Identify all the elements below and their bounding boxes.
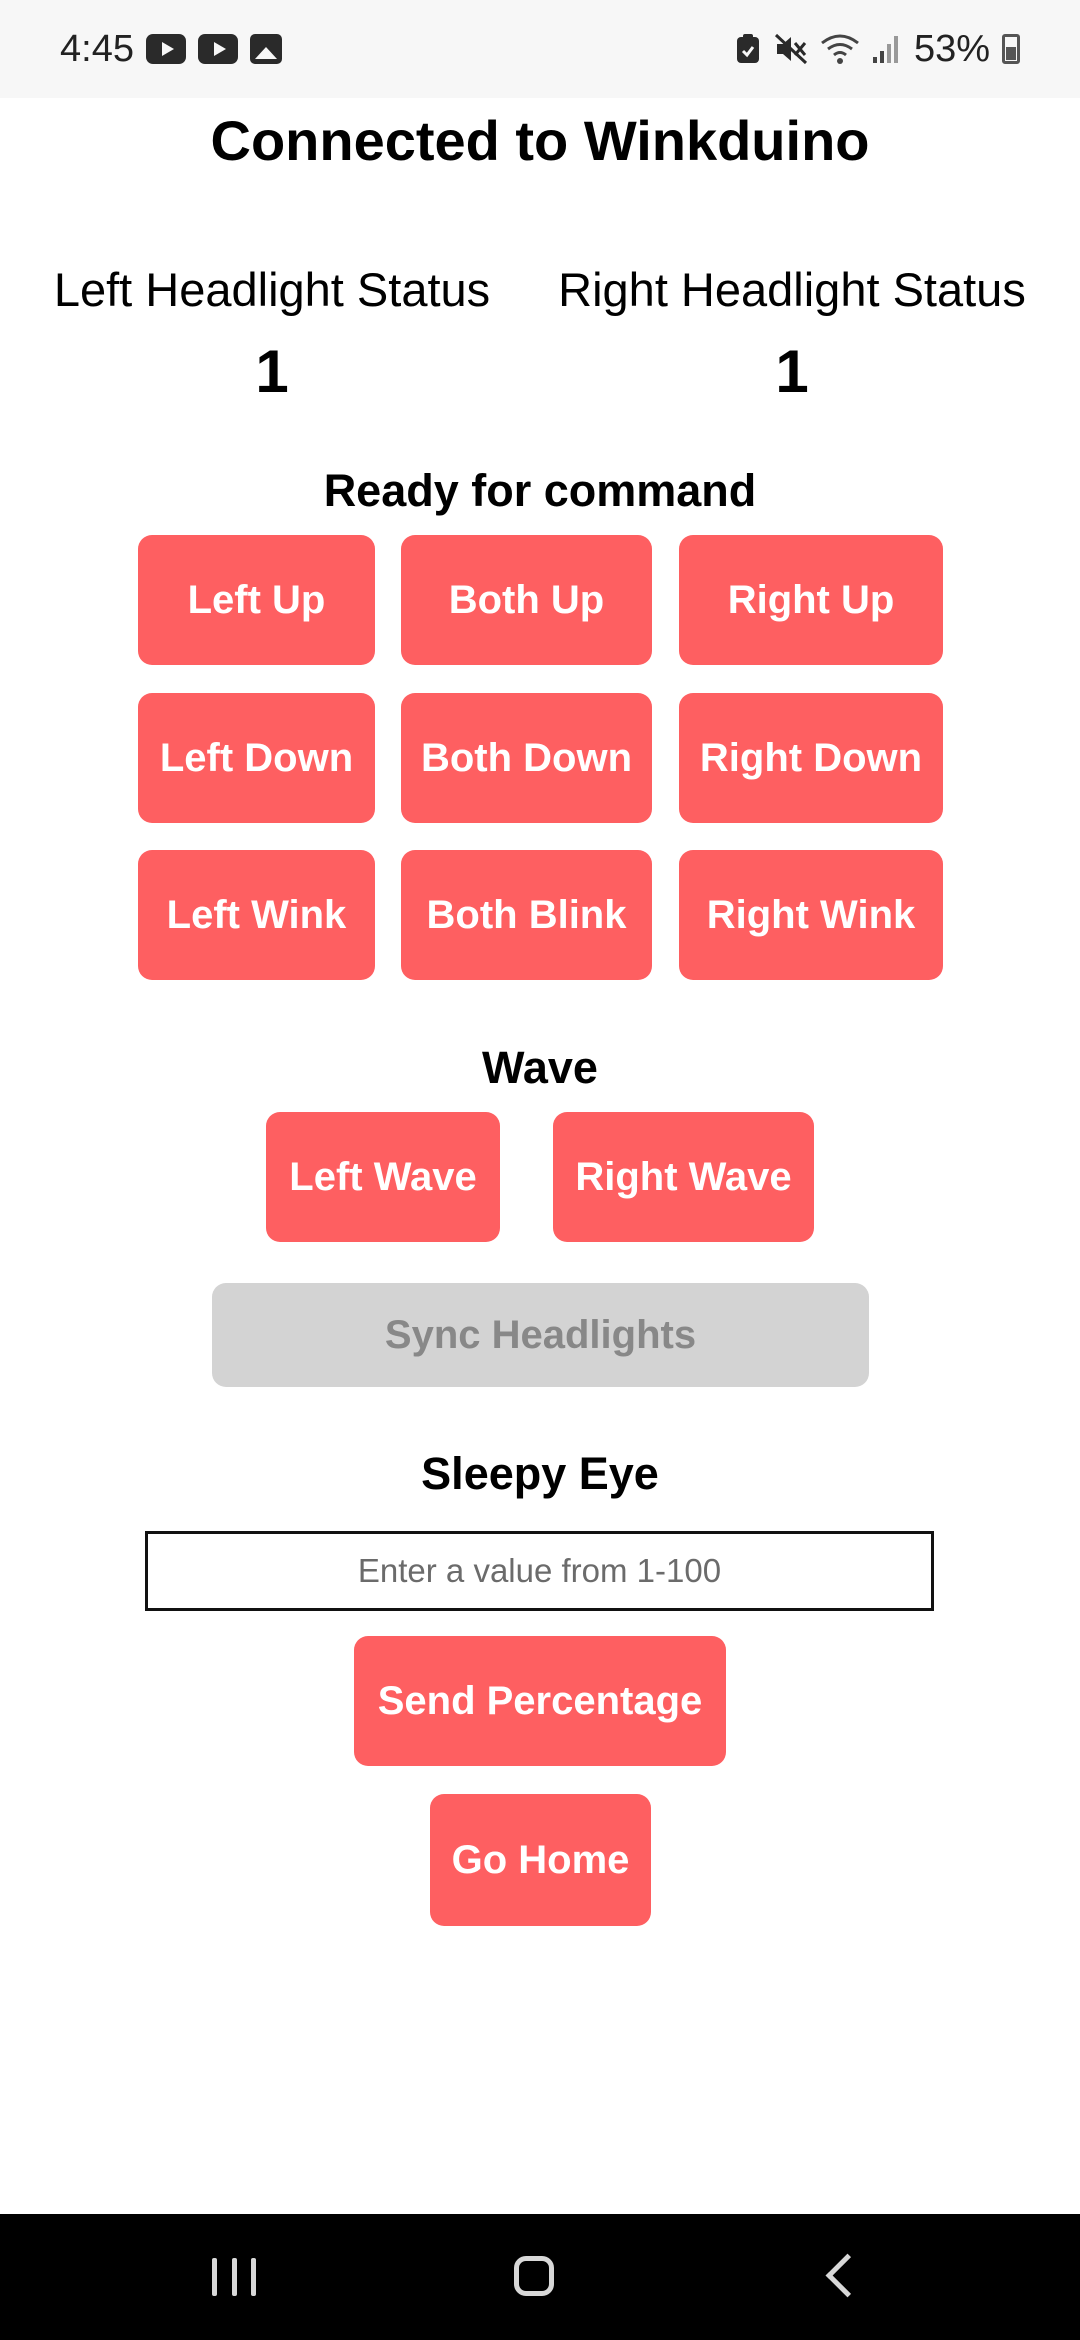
left-wave-button[interactable]: Left Wave <box>266 1112 500 1242</box>
battery-icon <box>1002 34 1020 64</box>
right-wink-button[interactable]: Right Wink <box>679 850 943 980</box>
recent-apps-icon[interactable] <box>212 2258 256 2296</box>
clipboard-icon <box>734 33 762 65</box>
sync-headlights-button[interactable]: Sync Headlights <box>212 1283 869 1387</box>
page-title: Connected to Winkduino <box>210 109 870 172</box>
right-headlight-value: 1 <box>775 338 809 405</box>
command-status: Ready for command <box>323 465 757 516</box>
left-headlight-status: Left Headlight Status 1 <box>12 262 532 406</box>
left-headlight-label: Left Headlight Status <box>53 263 491 316</box>
left-down-button[interactable]: Left Down <box>138 693 375 823</box>
sleepy-eye-input[interactable]: Enter a value from 1-100 <box>145 1531 934 1611</box>
signal-icon <box>872 33 902 65</box>
youtube-icon <box>145 34 186 64</box>
right-up-button[interactable]: Right Up <box>679 535 943 665</box>
navigation-bar <box>0 2214 1080 2340</box>
right-headlight-status: Right Headlight Status 1 <box>532 262 1052 406</box>
both-up-button[interactable]: Both Up <box>401 535 652 665</box>
home-icon[interactable] <box>514 2256 554 2296</box>
status-time: 4:45 <box>60 27 134 70</box>
back-icon[interactable] <box>825 2253 870 2298</box>
left-wink-button[interactable]: Left Wink <box>138 850 375 980</box>
right-headlight-label: Right Headlight Status <box>558 263 1026 316</box>
wave-title: Wave <box>482 1042 598 1093</box>
right-wave-button[interactable]: Right Wave <box>553 1112 814 1242</box>
battery-percent: 53% <box>913 27 990 70</box>
left-headlight-value: 1 <box>255 338 289 405</box>
gallery-icon <box>249 34 282 64</box>
wifi-icon <box>820 33 860 65</box>
go-home-button[interactable]: Go Home <box>430 1794 651 1926</box>
mute-icon <box>774 33 808 65</box>
sleepy-eye-title: Sleepy Eye <box>421 1448 659 1499</box>
send-percentage-button[interactable]: Send Percentage <box>354 1636 726 1766</box>
right-down-button[interactable]: Right Down <box>679 693 943 823</box>
status-bar: 4:45 53% <box>0 0 1080 98</box>
youtube-icon <box>197 34 238 64</box>
both-blink-button[interactable]: Both Blink <box>401 850 652 980</box>
left-up-button[interactable]: Left Up <box>138 535 375 665</box>
both-down-button[interactable]: Both Down <box>401 693 652 823</box>
